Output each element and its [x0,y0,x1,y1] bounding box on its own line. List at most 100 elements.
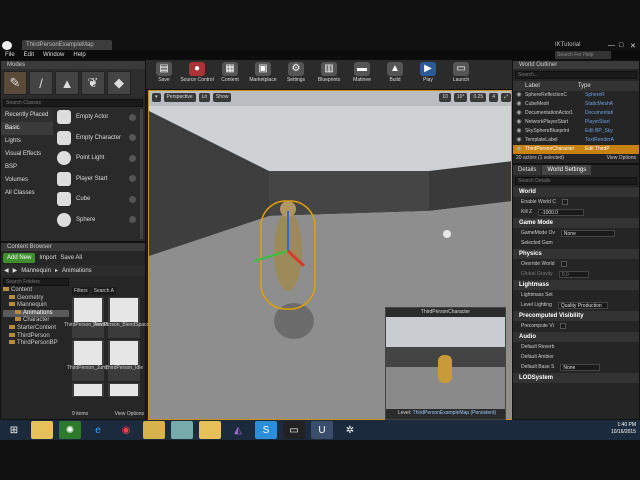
folder-mannequin[interactable]: Mannequin [3,302,69,310]
maximize-icon[interactable]: □ [619,42,623,49]
category-basic[interactable]: Basic [1,122,53,135]
category-bsp[interactable]: BSP [1,161,53,174]
scale-snap-value[interactable]: 0.25 [470,93,487,102]
folder-content[interactable]: Content [3,287,69,295]
eye-icon[interactable]: ◉ [513,145,525,154]
chrome-icon[interactable]: ◉ [115,421,137,439]
category-recently-placed[interactable]: Recently Placed [1,109,53,122]
folder-2-icon[interactable] [199,421,221,439]
asset-tile[interactable]: ThirdPerson_Idle [105,340,143,381]
file-explorer-icon[interactable] [31,421,53,439]
source-control-button[interactable]: ● Source Control [180,60,214,83]
asset-tile[interactable]: ThirdPerson_Jump [67,340,109,381]
lit-button[interactable]: Lit [198,93,210,102]
eye-icon[interactable]: ◉ [513,91,525,100]
asset-tile[interactable] [108,383,140,397]
outliner-row[interactable]: ◉ SphereReflectionC SphereR [513,91,639,100]
terminal-icon[interactable]: ▭ [283,421,305,439]
section-lightmass[interactable]: Lightmass [513,280,639,290]
place-mode-icon[interactable]: ✎ [3,71,27,95]
details-search-input[interactable]: Search Details [515,177,637,185]
search-classes-input[interactable]: Search Classes [3,99,143,107]
visual-studio-icon[interactable]: ◭ [227,421,249,439]
launch-button[interactable]: ▭ Launch [447,60,475,83]
grid-snap-value[interactable]: 10 [439,93,451,102]
eye-icon[interactable]: ◉ [513,136,525,145]
paint-mode-icon[interactable]: / [29,71,53,95]
outliner-search-input[interactable]: Search... [515,71,637,79]
folder-character[interactable]: Character [3,317,69,325]
menu-file[interactable]: File [5,50,15,60]
notes-icon[interactable] [171,421,193,439]
blueprints-button[interactable]: ▥ Blueprints [315,60,343,83]
base-sound-mix-dropdown[interactable]: None [560,363,601,371]
save-button[interactable]: ▤ Save [150,60,178,83]
filters-button[interactable]: Filters [72,287,90,295]
play-button[interactable]: ▶ Play [414,60,442,83]
override-world-checkbox[interactable] [560,261,567,267]
eye-icon[interactable]: ◉ [513,109,525,118]
lighting-quality-dropdown[interactable]: Quality Production [557,301,608,309]
search-folders-input[interactable]: Search Folders [3,278,69,286]
precompute-visibility-checkbox[interactable] [559,323,566,329]
maximize-viewport-icon[interactable]: ⤢ [500,93,511,102]
menu-edit[interactable]: Edit [24,50,34,60]
rotation-snap-value[interactable]: 10° [453,93,468,102]
folder-icon[interactable] [143,421,165,439]
build-button[interactable]: ▲ Build [381,60,409,83]
foliage-mode-icon[interactable]: ❦ [81,71,105,95]
add-new-button[interactable]: Add New [3,253,36,263]
list-item[interactable]: Sphere [55,210,139,231]
enable-world-checkbox[interactable] [561,199,568,205]
outliner-view-options[interactable]: View Options [607,154,636,163]
unreal-editor-icon[interactable]: U [311,421,333,439]
label-column-header[interactable]: Label [525,81,540,91]
category-volumes[interactable]: Volumes [1,174,53,187]
green-app-icon[interactable]: ✺ [59,421,81,439]
list-item[interactable]: Empty Actor [55,107,139,128]
category-visual-effects[interactable]: Visual Effects [1,148,53,161]
content-button[interactable]: ▦ Content [216,60,244,83]
kill-z-field[interactable]: -1000.0 [538,208,585,216]
close-icon[interactable]: ✕ [630,42,636,50]
list-item[interactable]: Empty Character [55,128,139,149]
landscape-mode-icon[interactable]: ▲ [55,71,79,95]
skype-icon[interactable]: S [255,421,277,439]
perspective-button[interactable]: Perspective [163,93,196,102]
folder-third-person-bp[interactable]: ThirdPersonBP [3,340,69,348]
section-audio[interactable]: Audio [513,332,639,342]
windows-start-icon[interactable]: ⊞ [3,421,25,439]
forward-icon[interactable]: ▶ [13,267,18,274]
settings-button[interactable]: ⚙ Settings [282,60,310,83]
level-tab[interactable]: ThirdPersonExampleMap [22,40,112,50]
tab-details[interactable]: Details [513,165,542,175]
app-icon[interactable]: ✲ [339,421,361,439]
gamemode-dropdown[interactable]: None [560,229,615,237]
outliner-row-selected[interactable]: ◉ ThirdPersonCharacter Edit ThirdP [513,145,639,154]
section-game-mode[interactable]: Game Mode [513,218,639,228]
viewport-options-icon[interactable]: ▾ [152,93,161,102]
view-options-button[interactable]: View Options [115,411,144,417]
global-gravity-field[interactable]: 0.0 [558,270,589,278]
outliner-row[interactable]: ◉ NetworkPlayerStart PlayerStart [513,118,639,127]
breadcrumb-animations[interactable]: Animations [62,268,92,274]
section-world[interactable]: World [513,187,639,197]
back-icon[interactable]: ◀ [4,267,9,274]
folder-third-person[interactable]: ThirdPerson [3,332,69,341]
camera-speed-value[interactable]: 4 [489,93,498,102]
camera-actor-icon[interactable] [443,230,451,238]
list-item[interactable]: Player Start [55,169,139,190]
list-item[interactable]: Point Light [55,148,139,169]
modes-scrollbar[interactable] [140,109,143,239]
marketplace-button[interactable]: ▣ Marketplace [249,60,277,83]
breadcrumb-mannequin[interactable]: Mannequin [21,268,51,274]
matinee-button[interactable]: ▬ Matinee [348,60,376,83]
search-assets-input[interactable]: Search A [91,287,116,295]
tab-world-settings[interactable]: World Settings [542,165,592,175]
folder-animations[interactable]: Animations [3,309,69,318]
geometry-mode-icon[interactable]: ◆ [107,71,131,95]
import-button[interactable]: Import [39,255,56,261]
section-lod-system[interactable]: LODSystem [513,373,639,383]
category-lights[interactable]: Lights [1,135,53,148]
minimize-icon[interactable]: — [608,42,615,49]
